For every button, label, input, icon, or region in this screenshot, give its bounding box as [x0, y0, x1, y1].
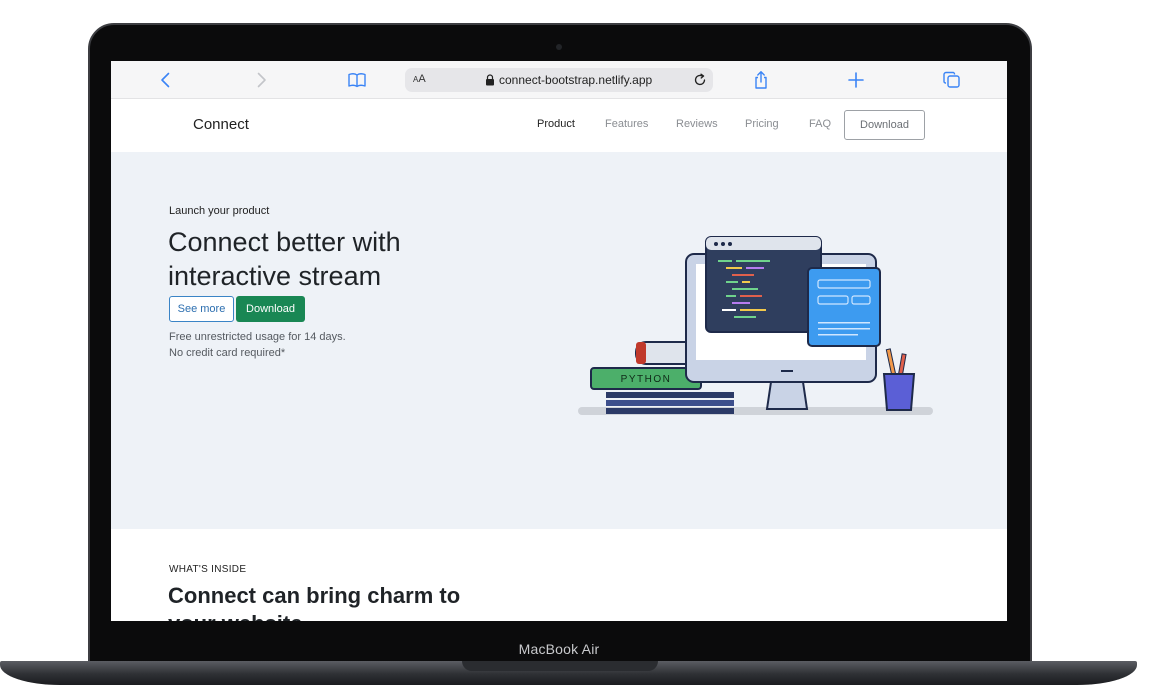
screen: AA connect-bootstrap.netlify.app Connect…	[111, 61, 1007, 621]
hero-note-no-card: No credit card required*	[169, 347, 286, 359]
hero-eyebrow: Launch your product	[169, 205, 270, 217]
nav-link-faq[interactable]: FAQ	[809, 118, 831, 130]
hero-illustration: PYTHON	[578, 236, 933, 415]
inside-eyebrow: WHAT'S INSIDE	[169, 564, 247, 575]
nav-link-reviews[interactable]: Reviews	[676, 118, 718, 130]
see-more-button[interactable]: See more	[169, 296, 234, 322]
address-bar[interactable]: AA connect-bootstrap.netlify.app	[405, 68, 713, 92]
hero-download-button[interactable]: Download	[236, 296, 305, 322]
brand-logo[interactable]: Connect	[193, 116, 249, 133]
nav-link-product[interactable]: Product	[537, 118, 575, 130]
inside-title: Connect can bring charm to your website	[168, 583, 461, 621]
site-navbar: Connect Product Features Reviews Pricing…	[111, 99, 1007, 152]
new-tab-icon[interactable]	[846, 70, 866, 90]
back-icon[interactable]	[156, 70, 176, 90]
text-size-button[interactable]: AA	[413, 73, 426, 85]
tabs-overview-icon[interactable]	[942, 70, 962, 90]
webcam	[556, 44, 562, 50]
url-text: connect-bootstrap.netlify.app	[499, 73, 653, 87]
device-label: MacBook Air	[518, 641, 600, 657]
lock-icon	[486, 74, 494, 86]
hero-note-trial: Free unrestricted usage for 14 days.	[169, 331, 346, 343]
share-icon[interactable]	[751, 70, 771, 90]
hero-title: Connect better with interactive stream	[168, 227, 401, 291]
hero-section: Launch your product Connect better with …	[111, 152, 1007, 529]
browser-toolbar: AA connect-bootstrap.netlify.app	[111, 61, 1007, 99]
python-book-label: PYTHON	[621, 374, 672, 385]
bookmarks-icon[interactable]	[347, 70, 367, 90]
reload-icon[interactable]	[693, 73, 707, 87]
nav-link-pricing[interactable]: Pricing	[745, 118, 779, 130]
forward-icon[interactable]	[251, 70, 271, 90]
laptop-base-notch	[462, 661, 658, 671]
nav-download-button[interactable]: Download	[844, 110, 925, 140]
nav-link-features[interactable]: Features	[605, 118, 648, 130]
